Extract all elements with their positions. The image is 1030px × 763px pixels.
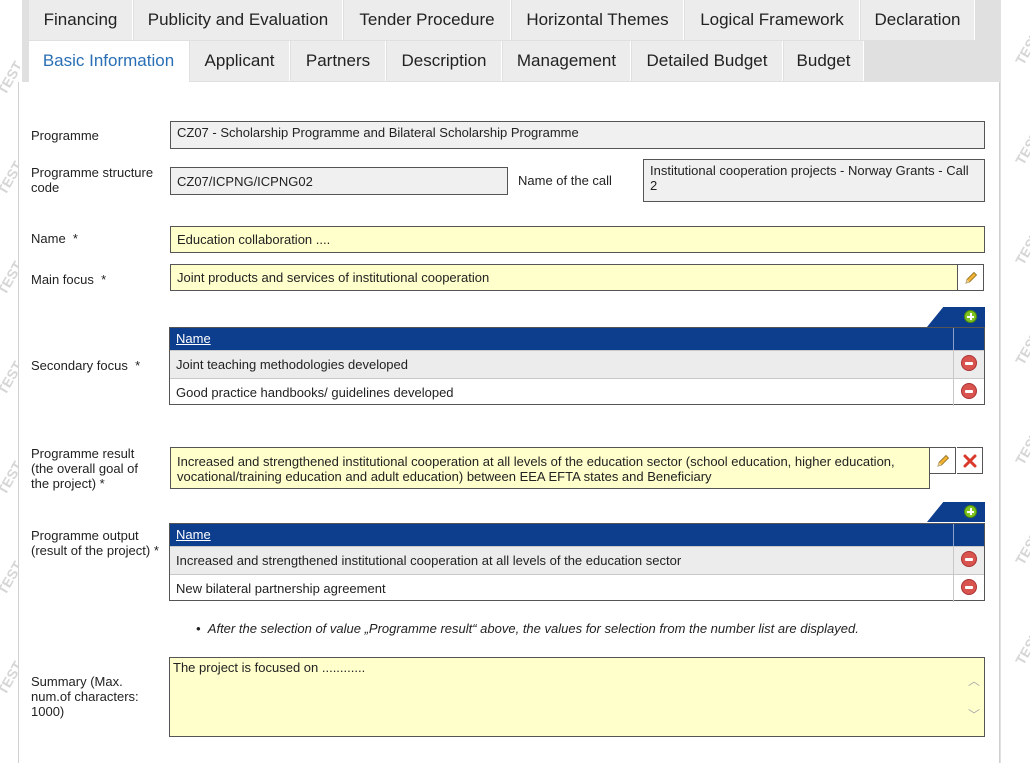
tab-declaration[interactable]: Declaration (861, 0, 975, 40)
summary-label: Summary (Max. num.of characters: 1000) (31, 674, 139, 719)
clear-programme-result-button[interactable] (957, 447, 983, 474)
watermark-text: TEST (1012, 528, 1030, 568)
tab-publicity-evaluation[interactable]: Publicity and Evaluation (134, 0, 343, 40)
delete-row-icon[interactable] (961, 383, 977, 399)
watermark-text: TEST (0, 558, 20, 598)
watermark-text: TEST (0, 458, 20, 498)
secondary-row-text: Joint teaching methodologies developed (176, 357, 409, 372)
watermark-text: TEST (0, 358, 20, 398)
edit-programme-result-button[interactable] (930, 447, 956, 474)
watermark-text: TEST (0, 258, 20, 298)
watermark-right: TEST TEST TEST TEST TEST TEST TEST (1010, 0, 1030, 763)
structure-code-label: Programme structure code (31, 165, 154, 195)
watermark-text: TEST (0, 658, 20, 698)
watermark-text: TEST (1012, 428, 1030, 468)
tab-partners[interactable]: Partners (291, 41, 386, 81)
selection-note-text: After the selection of value „Programme … (207, 621, 859, 636)
tab-management[interactable]: Management (503, 41, 631, 81)
output-table-header[interactable]: Name (170, 524, 984, 546)
watermark-text: TEST (1012, 328, 1030, 368)
secondary-focus-table: Name Joint teaching methodologies develo… (169, 327, 985, 406)
output-name-column[interactable]: Name (176, 527, 211, 542)
secondary-focus-label-text: Secondary focus (31, 358, 128, 373)
required-asterisk: * (72, 231, 78, 246)
name-input[interactable]: Education collaboration .... (170, 226, 985, 253)
add-secondary-focus-button[interactable] (964, 310, 977, 323)
required-asterisk: * (135, 358, 141, 373)
output-row-text: New bilateral partnership agreement (176, 581, 386, 596)
secondary-row-text: Good practice handbooks/ guidelines deve… (176, 385, 454, 400)
programme-result-field: Increased and strengthened institutional… (170, 447, 930, 489)
selection-note: • After the selection of value „Programm… (196, 621, 859, 636)
structure-code-field: CZ07/ICPNG/ICPNG02 (170, 167, 508, 195)
table-row: Good practice handbooks/ guidelines deve… (170, 378, 984, 406)
watermark-text: TEST (1012, 628, 1030, 668)
main-focus-label: Main focus * (31, 272, 106, 287)
tab-horizontal-themes[interactable]: Horizontal Themes (512, 0, 684, 40)
programme-output-table: Name Increased and strengthened institut… (169, 523, 985, 602)
main-focus-field: Joint products and services of instituti… (170, 264, 958, 291)
name-label: Name * (31, 231, 78, 246)
edit-main-focus-button[interactable] (958, 264, 984, 291)
delete-row-icon[interactable] (961, 551, 977, 567)
delete-row-icon[interactable] (961, 355, 977, 371)
watermark-left: TEST TEST TEST TEST TEST TEST TEST (0, 0, 20, 763)
scroll-up-icon[interactable]: ︿ (968, 672, 980, 689)
programme-label: Programme (31, 128, 99, 143)
tab-financing[interactable]: Financing (29, 0, 133, 40)
scroll-down-icon[interactable]: ﹀ (968, 706, 980, 723)
pencil-icon (936, 454, 949, 467)
call-name-label: Name of the call (518, 173, 612, 188)
programme-field: CZ07 - Scholarship Programme and Bilater… (170, 121, 985, 149)
tab-budget[interactable]: Budget (784, 41, 864, 81)
table-row: Joint teaching methodologies developed (170, 350, 984, 378)
main-focus-label-text: Main focus (31, 272, 94, 287)
secondary-focus-label: Secondary focus * (31, 358, 140, 373)
programme-output-label: Programme output (result of the project)… (31, 528, 159, 558)
secondary-name-column[interactable]: Name (176, 331, 211, 346)
tab-logical-framework[interactable]: Logical Framework (685, 0, 860, 40)
output-row-text: Increased and strengthened institutional… (176, 553, 682, 568)
programme-result-label: Programme result (the overall goal of th… (31, 446, 138, 491)
required-asterisk: * (101, 272, 107, 287)
tab-detailed-budget[interactable]: Detailed Budget (632, 41, 783, 81)
delete-row-icon[interactable] (961, 579, 977, 595)
name-label-text: Name (31, 231, 66, 246)
pencil-icon (964, 271, 977, 284)
add-programme-output-button[interactable] (964, 505, 977, 518)
watermark-text: TEST (1012, 228, 1030, 268)
tab-description[interactable]: Description (387, 41, 502, 81)
watermark-text: TEST (1012, 128, 1030, 168)
watermark-text: TEST (0, 158, 20, 198)
table-row: New bilateral partnership agreement (170, 574, 984, 602)
secondary-table-header[interactable]: Name (170, 328, 984, 350)
tab-applicant[interactable]: Applicant (190, 41, 290, 81)
watermark-text: TEST (1012, 28, 1030, 68)
tab-basic-information[interactable]: Basic Information (29, 41, 189, 83)
call-name-field: Institutional cooperation projects - Nor… (643, 159, 985, 202)
watermark-text: TEST (0, 58, 20, 98)
tab-tender-procedure[interactable]: Tender Procedure (344, 0, 511, 40)
close-icon (963, 454, 976, 467)
summary-textarea[interactable]: The project is focused on ............ (169, 657, 985, 737)
table-row: Increased and strengthened institutional… (170, 546, 984, 574)
